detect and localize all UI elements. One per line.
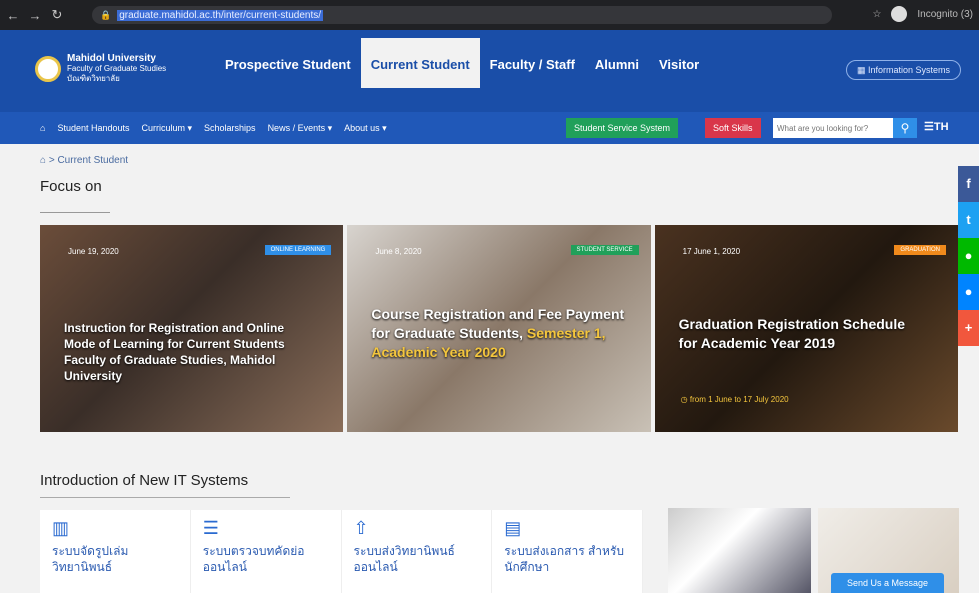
card-meta: ◷ from 1 June to 17 July 2020 <box>680 395 789 404</box>
search-input[interactable] <box>773 118 893 138</box>
it-system-label: ระบบตรวจบทคัดย่อ ออนไลน์ <box>202 544 305 574</box>
nav-prospective-student[interactable]: Prospective Student <box>215 38 361 88</box>
logo-emblem-icon <box>35 56 61 82</box>
logo-subtitle-thai: บัณฑิตวิทยาลัย <box>67 74 120 83</box>
lock-icon: 🔒 <box>100 9 112 20</box>
it-systems-heading: Introduction of New IT Systems <box>40 472 249 489</box>
url-text: graduate.mahidol.ac.th/inter/current-stu… <box>117 9 323 21</box>
card-date: June 19, 2020 <box>68 247 119 256</box>
search-icon[interactable]: ⚲ <box>893 118 917 138</box>
facebook-icon[interactable]: f <box>958 166 979 202</box>
home-icon[interactable]: ⌂ <box>40 155 46 166</box>
more-share-icon[interactable]: + <box>958 310 979 346</box>
document-icon: ▤ <box>504 518 522 538</box>
subnav-about-us[interactable]: About us ▾ <box>344 123 387 134</box>
sub-nav: ⌂ Student Handouts Curriculum ▾ Scholars… <box>0 112 979 144</box>
it-system-label: ระบบส่งวิทยานิพนธ์ ออนไลน์ <box>353 544 455 574</box>
language-label: TH <box>933 121 949 133</box>
nav-faculty-staff[interactable]: Faculty / Staff <box>480 38 585 88</box>
it-systems-list: ▥ ระบบจัดรูปเล่ม วิทยานิพนธ์ ☰ ระบบตรวจบ… <box>40 510 643 593</box>
breadcrumb-current[interactable]: Current Student <box>57 155 128 166</box>
news-card[interactable]: June 8, 2020 STUDENT SERVICE Course Regi… <box>347 225 651 432</box>
it-system-item[interactable]: ☰ ระบบตรวจบทคัดย่อ ออนไลน์ <box>191 510 342 593</box>
avatar[interactable] <box>891 6 908 22</box>
back-icon[interactable]: ← <box>6 8 20 23</box>
card-date: 17 June 1, 2020 <box>682 247 741 256</box>
main-nav: Prospective Student Current Student Facu… <box>215 38 709 88</box>
divider <box>40 212 110 213</box>
it-system-label: ระบบส่งเอกสาร สำหรับนักศึกษา <box>504 544 625 574</box>
nav-current-student[interactable]: Current Student <box>360 38 480 88</box>
home-icon[interactable]: ⌂ <box>40 123 45 133</box>
document-check-icon: ☰ <box>202 518 219 538</box>
logo-title: Mahidol University <box>67 53 156 64</box>
twitter-icon[interactable]: t <box>958 202 979 238</box>
card-badge: STUDENT SERVICE <box>570 245 639 255</box>
site-header: Mahidol University Faculty of Graduate S… <box>0 30 979 112</box>
news-card[interactable]: June 19, 2020 ONLINE LEARNING Instructio… <box>40 225 344 432</box>
breadcrumb: ⌂ > Current Student <box>40 155 129 166</box>
reload-icon[interactable]: ↻ <box>50 7 64 23</box>
card-title: Course Registration and Fee Payment for … <box>371 305 636 362</box>
line-icon[interactable]: ● <box>958 238 979 274</box>
upload-icon: ⇧ <box>353 518 369 538</box>
card-badge: ONLINE LEARNING <box>264 245 332 255</box>
card-date: June 8, 2020 <box>375 247 422 256</box>
send-message-button[interactable]: Send Us a Message <box>831 573 944 593</box>
it-system-item[interactable]: ▥ ระบบจัดรูปเล่ม วิทยานิพนธ์ <box>40 510 191 593</box>
information-systems-button[interactable]: ▦ Information Systems <box>845 60 961 80</box>
promo-photo[interactable] <box>668 508 811 593</box>
profile-label: Incognito (3) <box>917 8 973 20</box>
address-bar[interactable]: 🔒 graduate.mahidol.ac.th/inter/current-s… <box>92 6 832 24</box>
card-title: Graduation Registration Schedule for Aca… <box>678 316 906 351</box>
news-card[interactable]: 17 June 1, 2020 GRADUATION Graduation Re… <box>654 225 958 432</box>
nav-alumni[interactable]: Alumni <box>585 38 649 88</box>
share-bar: f t ● ● + <box>958 166 979 346</box>
divider <box>40 497 290 498</box>
student-service-system-button[interactable]: Student Service System <box>566 118 679 138</box>
subnav-scholarships[interactable]: Scholarships <box>204 123 256 133</box>
it-system-item[interactable]: ⇧ ระบบส่งวิทยานิพนธ์ ออนไลน์ <box>342 510 493 593</box>
focus-heading: Focus on <box>40 178 102 195</box>
site-logo[interactable]: Mahidol University Faculty of Graduate S… <box>35 54 166 84</box>
language-toggle[interactable]: ☰TH <box>924 120 949 133</box>
information-systems-label: Information Systems <box>867 65 950 75</box>
messenger-icon[interactable]: ● <box>958 274 979 310</box>
star-icon[interactable]: ☆ <box>872 9 881 20</box>
it-system-item[interactable]: ▤ ระบบส่งเอกสาร สำหรับนักศึกษา <box>492 510 643 593</box>
soft-skills-button[interactable]: Soft Skills <box>705 118 761 138</box>
subnav-curriculum[interactable]: Curriculum ▾ <box>142 123 193 134</box>
forward-icon[interactable]: → <box>28 8 42 23</box>
it-system-label: ระบบจัดรูปเล่ม วิทยานิพนธ์ <box>52 544 129 574</box>
browser-toolbar: ← → ↻ 🔒 graduate.mahidol.ac.th/inter/cur… <box>0 0 979 30</box>
logo-subtitle: Faculty of Graduate Studies <box>67 64 167 73</box>
card-badge: GRADUATION <box>894 245 946 255</box>
subnav-news-events[interactable]: News / Events ▾ <box>268 123 333 134</box>
nav-visitor[interactable]: Visitor <box>649 38 709 88</box>
card-title: Instruction for Registration and Online … <box>64 321 285 383</box>
grid-icon: ▦ <box>856 65 868 75</box>
subnav-student-handouts[interactable]: Student Handouts <box>57 123 129 133</box>
focus-cards: June 19, 2020 ONLINE LEARNING Instructio… <box>40 225 958 432</box>
book-icon: ▥ <box>52 518 70 538</box>
